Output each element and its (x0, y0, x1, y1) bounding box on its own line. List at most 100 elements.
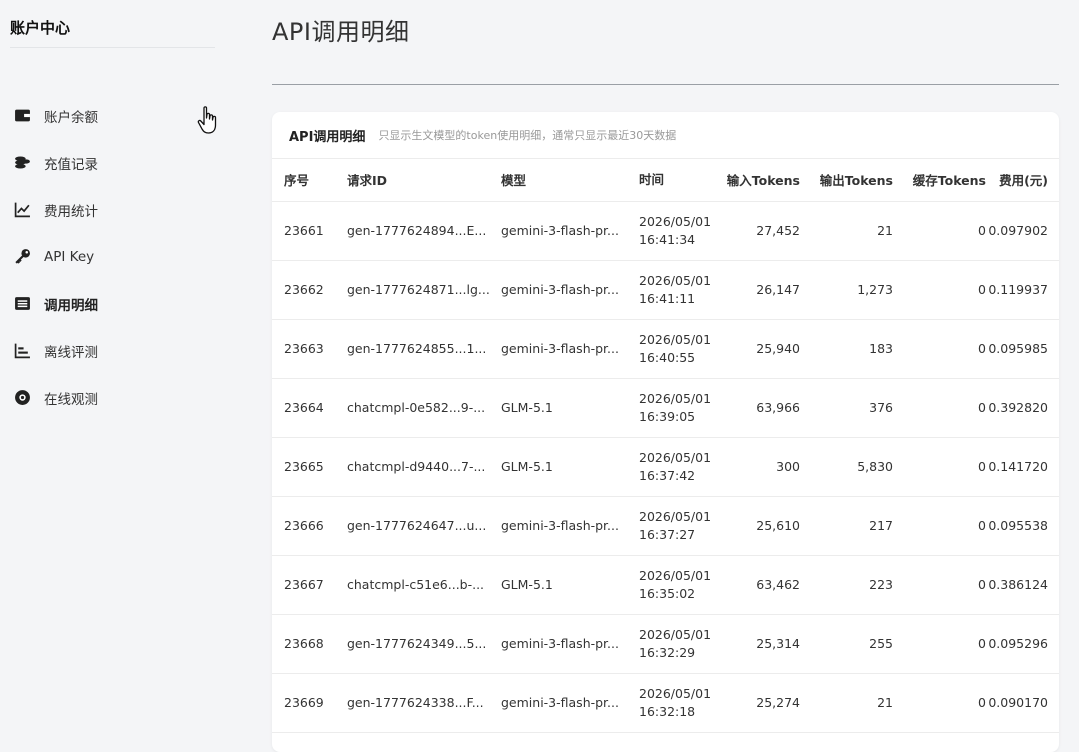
column-header-time: 时间 (638, 159, 720, 202)
sidebar-item-online-observe[interactable]: 在线观测 (0, 374, 220, 421)
sidebar-title: 账户中心 (10, 19, 71, 37)
cell-request-id: chatcmpl-0e582...9-... (347, 400, 486, 415)
cell-time: 2026/05/01 16:37:27 (638, 496, 720, 555)
table-row: 23667 chatcmpl-c51e6...b-... GLM-5.1 202… (272, 555, 1059, 614)
cell-time: 2026/05/01 16:35:02 (638, 555, 720, 614)
cell-input-tokens: 25,940 (756, 341, 800, 356)
cell-time: 2026/05/01 16:41:11 (638, 260, 720, 319)
sidebar-item-offline-eval[interactable]: 离线评测 (0, 327, 220, 374)
coins-icon (13, 154, 31, 172)
cell-model: gemini-3-flash-pr... (501, 636, 619, 651)
cell-fee: 0.090170 (988, 695, 1048, 710)
cell-fee: 0.095296 (988, 636, 1048, 651)
sidebar-item-label: 费用统计 (44, 203, 98, 220)
sidebar-item-balance[interactable]: 账户余额 (0, 92, 220, 139)
cell-time: 2026/05/01 16:40:55 (638, 319, 720, 378)
cell-request-id: gen-1777624647...u... (347, 518, 487, 533)
column-header-request-id: 请求ID (346, 159, 500, 202)
details-card: API调用明细 只显示生文模型的token使用明细，通常只显示最近30天数据 序… (272, 112, 1059, 752)
bar-chart-icon (13, 342, 31, 360)
cell-clock: 16:32:18 (639, 703, 696, 719)
cell-fee: 0.095538 (988, 518, 1048, 533)
cell-input-tokens: 25,610 (756, 518, 800, 533)
table-row: 23662 gen-1777624871...lg... gemini-3-fl… (272, 260, 1059, 319)
sidebar-item-label: 离线评测 (44, 344, 98, 361)
cell-clock: 16:32:29 (639, 644, 696, 660)
table-row: 23668 gen-1777624349...5... gemini-3-fla… (272, 614, 1059, 673)
cell-fee: 0.095985 (988, 341, 1048, 356)
cell-seq: 23667 (284, 577, 324, 592)
sidebar-divider (10, 47, 215, 48)
cell-date: 2026/05/01 (639, 331, 712, 347)
cell-model: GLM-5.1 (501, 459, 553, 474)
cell-date: 2026/05/01 (639, 626, 712, 642)
table-row: 23669 gen-1777624338...F... gemini-3-fla… (272, 673, 1059, 732)
cell-request-id: gen-1777624871...lg... (347, 282, 490, 297)
cell-date: 2026/05/01 (639, 508, 712, 524)
cell-fee: 0.097902 (988, 223, 1048, 238)
cell-date: 2026/05/01 (639, 390, 712, 406)
sidebar-item-recharge[interactable]: 充值记录 (0, 139, 220, 186)
cell-time: 2026/05/01 16:32:29 (638, 614, 720, 673)
cell-clock: 16:40:55 (639, 349, 696, 365)
cell-seq: 23661 (284, 223, 324, 238)
cell-output-tokens: 5,830 (857, 459, 893, 474)
sidebar-item-label: 调用明细 (44, 297, 98, 314)
sidebar-item-api-key[interactable]: API Key (0, 233, 220, 280)
cell-date: 2026/05/01 (639, 685, 712, 701)
cell-clock: 16:37:42 (639, 467, 696, 483)
cell-output-tokens: 217 (869, 518, 893, 533)
cell-date: 2026/05/01 (639, 567, 712, 583)
column-header-fee: 费用(元) (987, 159, 1059, 202)
cell-input-tokens: 63,462 (756, 577, 800, 592)
cell-cache-tokens: 0 (978, 341, 986, 356)
cell-clock: 16:37:27 (639, 526, 696, 542)
card-subtitle: 只显示生文模型的token使用明细，通常只显示最近30天数据 (378, 129, 677, 142)
hand-cursor-icon (197, 106, 217, 134)
sidebar-item-cost-stats[interactable]: 费用统计 (0, 186, 220, 233)
cell-model: gemini-3-flash-pr... (501, 695, 619, 710)
column-header-input-tokens: 输入Tokens (720, 159, 801, 202)
cell-cache-tokens: 0 (978, 400, 986, 415)
cell-request-id: gen-1777624855...1... (347, 341, 487, 356)
usage-table: 序号 请求ID 模型 时间 输入Tokens 输出Tokens 缓存Tokens… (272, 159, 1059, 733)
cell-cache-tokens: 0 (978, 459, 986, 474)
key-icon (13, 248, 31, 266)
cell-seq: 23665 (284, 459, 324, 474)
cell-clock: 16:41:34 (639, 231, 696, 247)
trend-chart-icon (13, 201, 31, 219)
cell-cache-tokens: 0 (978, 518, 986, 533)
cell-clock: 16:35:02 (639, 585, 696, 601)
card-title: API调用明细 (289, 129, 366, 145)
cell-model: GLM-5.1 (501, 577, 553, 592)
sidebar-item-call-details[interactable]: 调用明细 (0, 280, 220, 327)
cell-model: GLM-5.1 (501, 400, 553, 415)
cell-cache-tokens: 0 (978, 282, 986, 297)
cell-model: gemini-3-flash-pr... (501, 341, 619, 356)
sidebar-item-label: 充值记录 (44, 156, 98, 173)
cell-time: 2026/05/01 16:39:05 (638, 378, 720, 437)
sidebar: 账户中心 账户余额 充值记录 费用统计 API Key 调用明细 离线评测 在线… (0, 0, 220, 730)
cell-request-id: gen-1777624349...5... (347, 636, 487, 651)
column-header-output-tokens: 输出Tokens (801, 159, 894, 202)
title-divider (272, 84, 1059, 85)
cell-fee: 0.119937 (988, 282, 1048, 297)
table-row: 23666 gen-1777624647...u... gemini-3-fla… (272, 496, 1059, 555)
cell-request-id: gen-1777624894...E... (347, 223, 487, 238)
cell-seq: 23666 (284, 518, 324, 533)
sidebar-item-label: API Key (44, 248, 95, 265)
table-row: 23661 gen-1777624894...E... gemini-3-fla… (272, 201, 1059, 260)
table-row: 23664 chatcmpl-0e582...9-... GLM-5.1 202… (272, 378, 1059, 437)
cell-output-tokens: 223 (869, 577, 893, 592)
cell-clock: 16:39:05 (639, 408, 696, 424)
cell-time: 2026/05/01 16:41:34 (638, 201, 720, 260)
cell-input-tokens: 300 (776, 459, 800, 474)
cell-fee: 0.141720 (988, 459, 1048, 474)
cell-date: 2026/05/01 (639, 213, 712, 229)
cell-output-tokens: 255 (869, 636, 893, 651)
sidebar-item-label: 在线观测 (44, 391, 98, 408)
cell-cache-tokens: 0 (978, 223, 986, 238)
cell-time: 2026/05/01 16:37:42 (638, 437, 720, 496)
cell-cache-tokens: 0 (978, 577, 986, 592)
sidebar-item-label: 账户余额 (44, 109, 98, 126)
